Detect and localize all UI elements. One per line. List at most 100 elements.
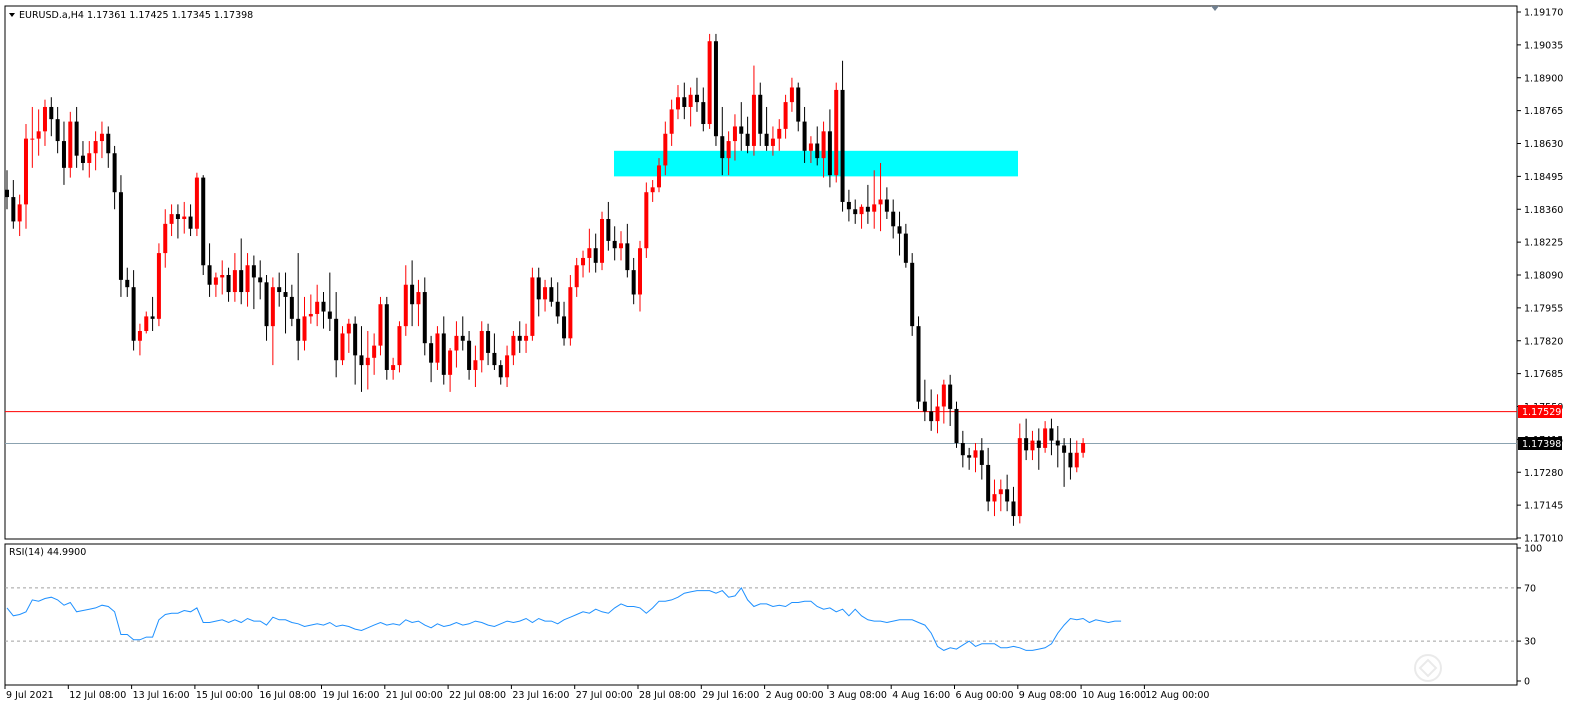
candle bbox=[156, 243, 161, 327]
candle-body bbox=[1055, 440, 1060, 446]
rsi-label: RSI(14) 44.9900 bbox=[9, 547, 86, 558]
candle-body bbox=[600, 218, 605, 263]
candle-body bbox=[106, 133, 111, 154]
candle-body bbox=[739, 126, 744, 134]
candle-body bbox=[669, 109, 674, 134]
candle-body bbox=[536, 277, 541, 300]
candle-body bbox=[17, 204, 22, 222]
candle-body bbox=[815, 143, 820, 159]
candle-body bbox=[1074, 452, 1079, 468]
candle-body bbox=[1043, 428, 1048, 448]
price-tags: 1.17529 1.17398 bbox=[1518, 405, 1562, 450]
candle-body bbox=[397, 326, 402, 366]
candle-body bbox=[87, 153, 92, 163]
time-tick-label: 9 Jul 2021 bbox=[6, 690, 54, 701]
price-tick-label: 1.18090 bbox=[1524, 271, 1563, 282]
candle-body bbox=[783, 102, 788, 129]
candle-body bbox=[872, 204, 877, 212]
candle-body bbox=[543, 287, 548, 300]
candle-body bbox=[194, 177, 199, 229]
time-tick-label: 3 Aug 08:00 bbox=[829, 690, 887, 701]
price-pane[interactable]: 1.19170 1.19035 1.18900 1.18765 1.18630 1.184… bbox=[4, 5, 1563, 545]
candle-body bbox=[441, 333, 446, 375]
candle-body bbox=[384, 304, 389, 370]
candle-body bbox=[884, 199, 889, 212]
candle-body bbox=[435, 333, 440, 363]
trading-chart[interactable]: 1.19170 1.19035 1.18900 1.18765 1.18630 1.184… bbox=[0, 0, 1584, 712]
rsi-axis: 100 70 30 0 bbox=[1517, 544, 1542, 688]
candle-body bbox=[36, 131, 41, 139]
candle-body bbox=[1024, 438, 1029, 451]
candle-body bbox=[283, 292, 288, 297]
time-tick-label: 28 Jul 08:00 bbox=[639, 690, 696, 701]
candle-body bbox=[758, 94, 763, 134]
candle-body bbox=[378, 304, 383, 346]
price-tick-label: 1.17685 bbox=[1524, 369, 1563, 380]
time-tick-label: 22 Jul 08:00 bbox=[449, 690, 506, 701]
candle-body bbox=[675, 97, 680, 110]
candle-body bbox=[93, 141, 98, 154]
level-price-tag-text: 1.17529 bbox=[1522, 407, 1561, 418]
candle-body bbox=[650, 187, 655, 193]
candle-body bbox=[403, 284, 408, 327]
rsi-pane[interactable]: 100 70 30 0 RSI(14) 44.9900 bbox=[4, 543, 1542, 688]
candle bbox=[713, 33, 718, 146]
candle-body bbox=[99, 133, 104, 142]
candle-body bbox=[5, 189, 9, 198]
candle bbox=[1017, 423, 1022, 524]
time-tick-label: 21 Jul 00:00 bbox=[386, 690, 443, 701]
candle-body bbox=[169, 214, 174, 224]
price-tick-label: 1.17820 bbox=[1524, 336, 1563, 347]
candle-body bbox=[1036, 440, 1041, 448]
candle-body bbox=[372, 345, 377, 358]
candle-body bbox=[213, 277, 218, 285]
candle-body bbox=[682, 97, 687, 107]
candle-body bbox=[55, 119, 60, 142]
candle-body bbox=[42, 106, 47, 132]
candle-body bbox=[125, 279, 130, 288]
candle-body bbox=[619, 243, 624, 249]
candle-body bbox=[334, 318, 339, 361]
candle-body bbox=[131, 287, 136, 341]
candle-body bbox=[802, 121, 807, 151]
candle-body bbox=[581, 257, 586, 266]
candle bbox=[707, 33, 712, 129]
candle-body bbox=[144, 316, 149, 332]
candle-body bbox=[549, 287, 554, 302]
candle-body bbox=[118, 192, 123, 280]
candle-body bbox=[277, 287, 282, 293]
candle-body bbox=[562, 316, 567, 339]
candle bbox=[530, 267, 535, 341]
candle bbox=[916, 316, 921, 409]
price-axis: 1.19170 1.19035 1.18900 1.18765 1.18630 1.184… bbox=[1517, 8, 1563, 545]
candle-body bbox=[910, 262, 915, 327]
price-tick-label: 1.17145 bbox=[1524, 501, 1563, 512]
candle-body bbox=[1030, 440, 1035, 451]
candle-body bbox=[1005, 489, 1010, 502]
candle-body bbox=[163, 223, 168, 254]
price-tick-label: 1.17955 bbox=[1524, 303, 1563, 314]
candle-body bbox=[770, 138, 775, 146]
candle-body bbox=[156, 253, 161, 319]
candle bbox=[384, 296, 389, 380]
candle-body bbox=[150, 316, 155, 319]
candle-body bbox=[251, 265, 256, 278]
candle-body bbox=[188, 216, 193, 229]
candle-body bbox=[941, 384, 946, 407]
candle-body bbox=[1049, 428, 1054, 441]
candle-body bbox=[270, 287, 275, 327]
candle-body bbox=[859, 206, 864, 215]
candle-body bbox=[302, 316, 307, 341]
candle-body bbox=[973, 450, 978, 458]
candle-body bbox=[903, 233, 908, 263]
candle-body bbox=[656, 165, 661, 188]
price-tick-label: 1.19170 bbox=[1524, 8, 1563, 19]
candle-body bbox=[935, 406, 940, 422]
candle bbox=[68, 111, 73, 178]
candle-body bbox=[574, 265, 579, 288]
candle-body bbox=[948, 384, 953, 409]
time-tick-label: 13 Jul 16:00 bbox=[133, 690, 190, 701]
candle-body bbox=[663, 133, 668, 166]
symbol-info: EURUSD.a,H4 bbox=[19, 10, 84, 21]
candle-body bbox=[834, 89, 839, 176]
